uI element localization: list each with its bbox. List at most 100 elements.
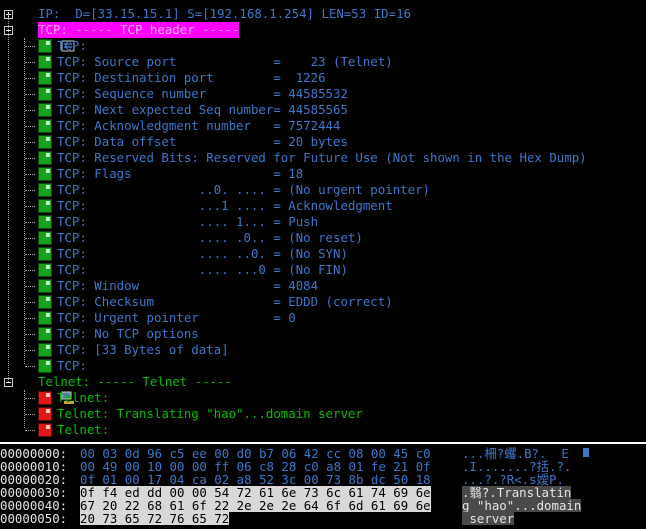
- field-document-icon: [38, 39, 52, 53]
- hex-dump-row[interactable]: 00000050: 20 73 65 72 76 65 72 server: [0, 512, 646, 525]
- text-cursor: [583, 448, 589, 457]
- tcp-field-text: TCP: ...1 .... = Acknowledgment: [57, 198, 393, 213]
- field-document-icon: [38, 279, 52, 293]
- network-protocol-icon: [16, 7, 74, 36]
- field-document-icon: [38, 199, 52, 213]
- field-document-icon: [38, 311, 52, 325]
- tcp-field-row[interactable]: TCP: .... ..0. = (No SYN): [0, 246, 646, 262]
- field-document-icon: [38, 215, 52, 229]
- tree-connector: [25, 302, 35, 303]
- tcp-field-row[interactable]: TCP: .... .0.. = (No reset): [0, 230, 646, 246]
- tree-connector: [25, 398, 35, 399]
- tcp-field-row[interactable]: TCP: Source port = 23 (Telnet): [0, 54, 646, 70]
- tcp-field-text: TCP: Window = 4084: [57, 278, 319, 293]
- tcp-field-row[interactable]: TCP: .... 1... = Push: [0, 214, 646, 230]
- tree-connector: [25, 174, 35, 175]
- tcp-field-text: TCP: [33 Bytes of data]: [57, 342, 229, 357]
- tcp-field-text: TCP: Source port = 23 (Telnet): [57, 54, 393, 69]
- tcp-field-text: TCP:: [57, 38, 87, 53]
- tcp-field-text: TCP: .... .0.. = (No reset): [57, 230, 363, 245]
- telnet-header-text: Telnet: ----- Telnet -----: [38, 374, 232, 389]
- tcp-field-text: TCP: Urgent pointer = 0: [57, 310, 296, 325]
- hex-dump-pane[interactable]: 00000000: 00 03 0d 96 c5 ee 00 d0 b7 06 4…: [0, 442, 646, 529]
- tcp-field-text: TCP: Flags = 18: [57, 166, 304, 181]
- tree-row-telnet-header[interactable]: Telnet: ----- Telnet -----: [0, 374, 646, 404]
- tree-connector: [25, 206, 35, 207]
- tree-connector: [25, 62, 35, 63]
- field-document-icon: [38, 231, 52, 245]
- telnet-field-text: Telnet: Translating "hao"...domain serve…: [57, 406, 363, 421]
- tcp-field-row[interactable]: TCP: Flags = 18: [0, 166, 646, 182]
- field-document-icon: [38, 343, 52, 357]
- tcp-field-text: TCP: Destination port = 1226: [57, 70, 326, 85]
- ip-summary-text: IP: D=[33.15.15.1] S=[192.168.1.254] LEN…: [38, 6, 411, 21]
- tree-connector: [25, 334, 35, 335]
- tcp-field-text: TCP: Acknowledgment number = 7572444: [57, 118, 341, 133]
- tcp-field-row[interactable]: TCP: Next expected Seq number= 44585565: [0, 102, 646, 118]
- field-document-icon: [38, 359, 52, 373]
- tcp-field-row[interactable]: TCP: [33 Bytes of data]: [0, 342, 646, 358]
- tree-connector: [25, 366, 35, 367]
- field-document-icon: [38, 151, 52, 165]
- tcp-field-text: TCP: ..0. .... = (No urgent pointer): [57, 182, 430, 197]
- decode-tree: IP: D=[33.15.15.1] S=[192.168.1.254] LEN…: [0, 0, 646, 442]
- tcp-header-text: TCP: ----- TCP header -----: [38, 22, 240, 38]
- tcp-field-row[interactable]: TCP: Data offset = 20 bytes: [0, 134, 646, 150]
- tcp-field-row[interactable]: TCP: No TCP options: [0, 326, 646, 342]
- telnet-field-row[interactable]: Telnet: Translating "hao"...domain serve…: [0, 406, 646, 422]
- tcp-field-row[interactable]: TCP:: [0, 38, 646, 54]
- field-document-icon: [38, 119, 52, 133]
- tcp-field-row[interactable]: TCP: ..0. .... = (No urgent pointer): [0, 182, 646, 198]
- tcp-field-row[interactable]: TCP: Urgent pointer = 0: [0, 310, 646, 326]
- field-document-icon: [38, 423, 52, 437]
- computer-icon: [16, 375, 74, 404]
- tree-connector: [25, 94, 35, 95]
- tcp-field-text: TCP: Data offset = 20 bytes: [57, 134, 348, 149]
- telnet-field-row[interactable]: Telnet:: [0, 422, 646, 438]
- tcp-field-row[interactable]: TCP: ...1 .... = Acknowledgment: [0, 198, 646, 214]
- tcp-field-text: TCP: Checksum = EDDD (correct): [57, 294, 393, 309]
- field-document-icon: [38, 71, 52, 85]
- tree-connector: [25, 158, 35, 159]
- tcp-field-row[interactable]: TCP: Destination port = 1226: [0, 70, 646, 86]
- tree-connector: [25, 46, 35, 47]
- tcp-field-row[interactable]: TCP: Window = 4084: [0, 278, 646, 294]
- tcp-field-text: TCP: Reserved Bits: Reserved for Future …: [57, 150, 587, 165]
- hex-offset: 00000050:: [0, 511, 68, 526]
- tcp-field-row[interactable]: TCP: Reserved Bits: Reserved for Future …: [0, 150, 646, 166]
- telnet-field-row[interactable]: Telnet:: [0, 390, 646, 406]
- tcp-field-text: TCP: .... ...0 = (No FIN): [57, 262, 348, 277]
- field-document-icon: [38, 407, 52, 421]
- field-document-icon: [38, 327, 52, 341]
- telnet-field-text: Telnet:: [57, 390, 110, 405]
- field-document-icon: [38, 103, 52, 117]
- tcp-field-text: TCP: No TCP options: [57, 326, 199, 341]
- tcp-field-row[interactable]: TCP: .... ...0 = (No FIN): [0, 262, 646, 278]
- field-document-icon: [38, 55, 52, 69]
- tree-connector: [25, 318, 35, 319]
- field-document-icon: [38, 87, 52, 101]
- tcp-field-row[interactable]: TCP:: [0, 358, 646, 374]
- tree-connector: [25, 286, 35, 287]
- field-document-icon: [38, 247, 52, 261]
- tcp-field-row[interactable]: TCP: Acknowledgment number = 7572444: [0, 118, 646, 134]
- tree-connector: [24, 390, 25, 428]
- telnet-field-text: Telnet:: [57, 422, 110, 437]
- tree-connector: [25, 238, 35, 239]
- tree-row-tcp-header[interactable]: TCP: ----- TCP header -----: [0, 22, 646, 52]
- ascii-text[interactable]: server: [462, 512, 515, 525]
- tree-connector: [25, 414, 35, 415]
- field-document-icon: [38, 183, 52, 197]
- tree-connector: [24, 38, 25, 364]
- tcp-field-row[interactable]: TCP: Sequence number = 44585532: [0, 86, 646, 102]
- tree-row-ip[interactable]: IP: D=[33.15.15.1] S=[192.168.1.254] LEN…: [0, 6, 646, 36]
- tree-connector: [25, 142, 35, 143]
- tree-connector: [25, 350, 35, 351]
- tcp-field-text: TCP: Sequence number = 44585532: [57, 86, 348, 101]
- tree-connector: [25, 270, 35, 271]
- tcp-field-row[interactable]: TCP: Checksum = EDDD (correct): [0, 294, 646, 310]
- tree-connector: [25, 430, 35, 431]
- tree-connector: [25, 110, 35, 111]
- tree-connector: [25, 254, 35, 255]
- hex-bytes[interactable]: 20 73 65 72 76 65 72: [80, 512, 230, 525]
